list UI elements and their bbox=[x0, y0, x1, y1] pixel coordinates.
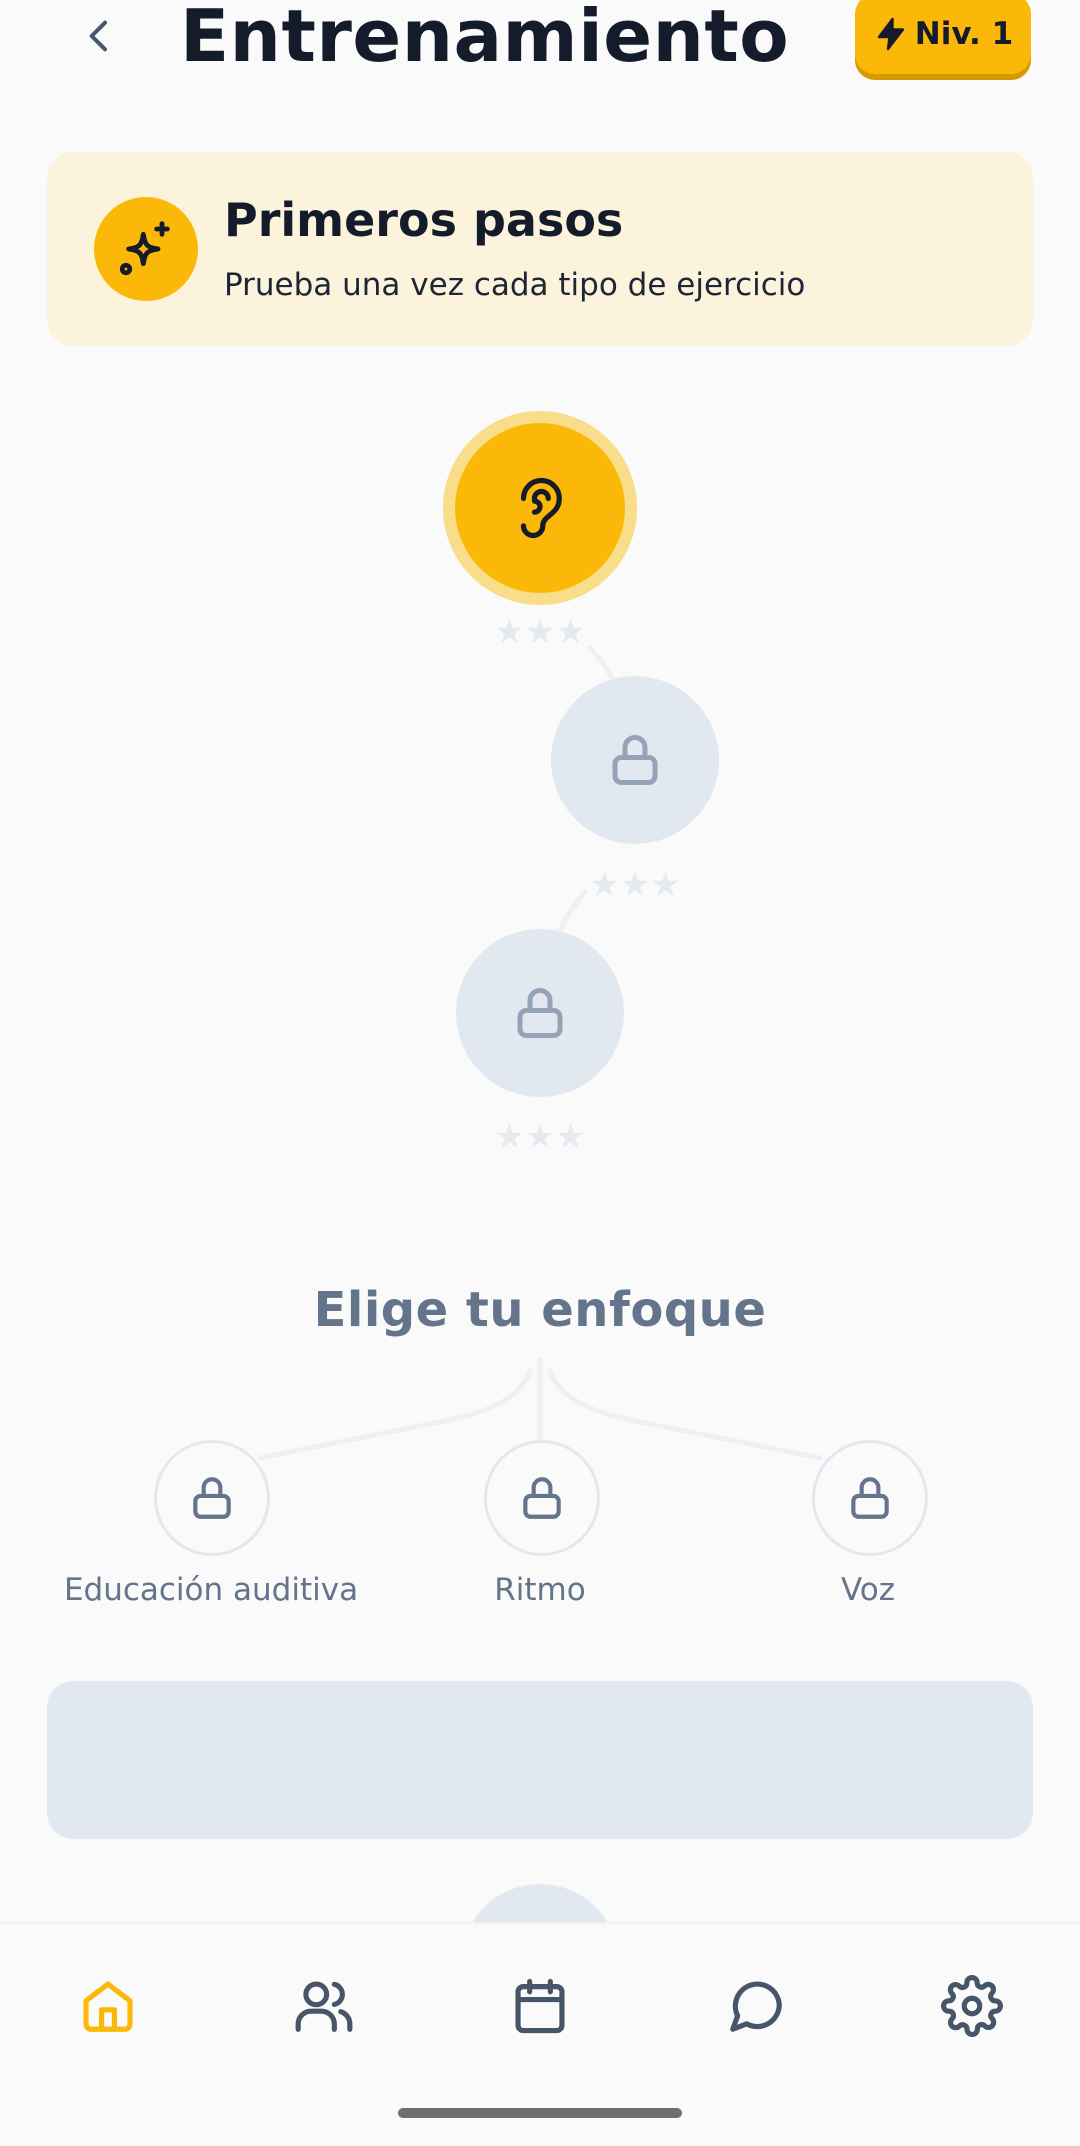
focus-section-title: Elige tu enfoque bbox=[313, 1282, 767, 1338]
loading-placeholder-card bbox=[47, 1681, 1033, 1839]
gear-icon bbox=[941, 1975, 1003, 2037]
node-stars-3: ★★★ bbox=[494, 1117, 586, 1157]
system-home-indicator[interactable] bbox=[398, 2108, 682, 2118]
goal-subtitle: Prueba una vez cada tipo de ejercicio bbox=[224, 267, 806, 303]
focus-option-ear-training[interactable] bbox=[154, 1440, 270, 1556]
home-icon bbox=[83, 1981, 133, 2032]
level-badge[interactable]: Niv. 1 bbox=[855, 0, 1031, 74]
node-stars-1: ★★★ bbox=[494, 612, 586, 652]
nav-settings[interactable] bbox=[932, 1966, 1012, 2046]
lock-icon bbox=[612, 735, 658, 785]
level-label: Niv. 1 bbox=[914, 16, 1014, 52]
page-title: Entrenamiento bbox=[180, 0, 790, 78]
lesson-node-locked-3[interactable] bbox=[456, 929, 624, 1097]
lightning-icon bbox=[877, 17, 904, 51]
sparkles-icon bbox=[119, 221, 170, 276]
lock-icon bbox=[517, 988, 563, 1038]
focus-option-label: Voz bbox=[840, 1572, 896, 1608]
users-icon bbox=[295, 1981, 353, 2032]
goal-title: Primeros pasos bbox=[224, 193, 624, 247]
focus-option-label: Educación auditiva bbox=[63, 1572, 359, 1608]
node-stars-2: ★★★ bbox=[589, 865, 681, 905]
calendar-icon bbox=[515, 1978, 565, 2034]
focus-option-rhythm[interactable] bbox=[484, 1440, 600, 1556]
goal-icon-circle bbox=[94, 197, 198, 301]
nav-calendar[interactable] bbox=[500, 1966, 580, 2046]
lock-icon bbox=[523, 1477, 561, 1519]
focus-option-voice[interactable] bbox=[812, 1440, 928, 1556]
chevron-left-icon bbox=[89, 20, 107, 52]
lock-icon bbox=[193, 1477, 231, 1519]
nav-chat[interactable] bbox=[716, 1966, 796, 2046]
lesson-node-active[interactable] bbox=[455, 423, 625, 593]
lesson-node-locked-2[interactable] bbox=[551, 676, 719, 844]
nav-home[interactable] bbox=[68, 1966, 148, 2046]
lock-icon bbox=[851, 1477, 889, 1519]
back-button[interactable] bbox=[72, 4, 128, 68]
nav-community[interactable] bbox=[284, 1966, 364, 2046]
ear-icon bbox=[520, 477, 562, 539]
focus-option-label: Ritmo bbox=[494, 1572, 586, 1608]
chat-icon bbox=[730, 1981, 782, 2032]
